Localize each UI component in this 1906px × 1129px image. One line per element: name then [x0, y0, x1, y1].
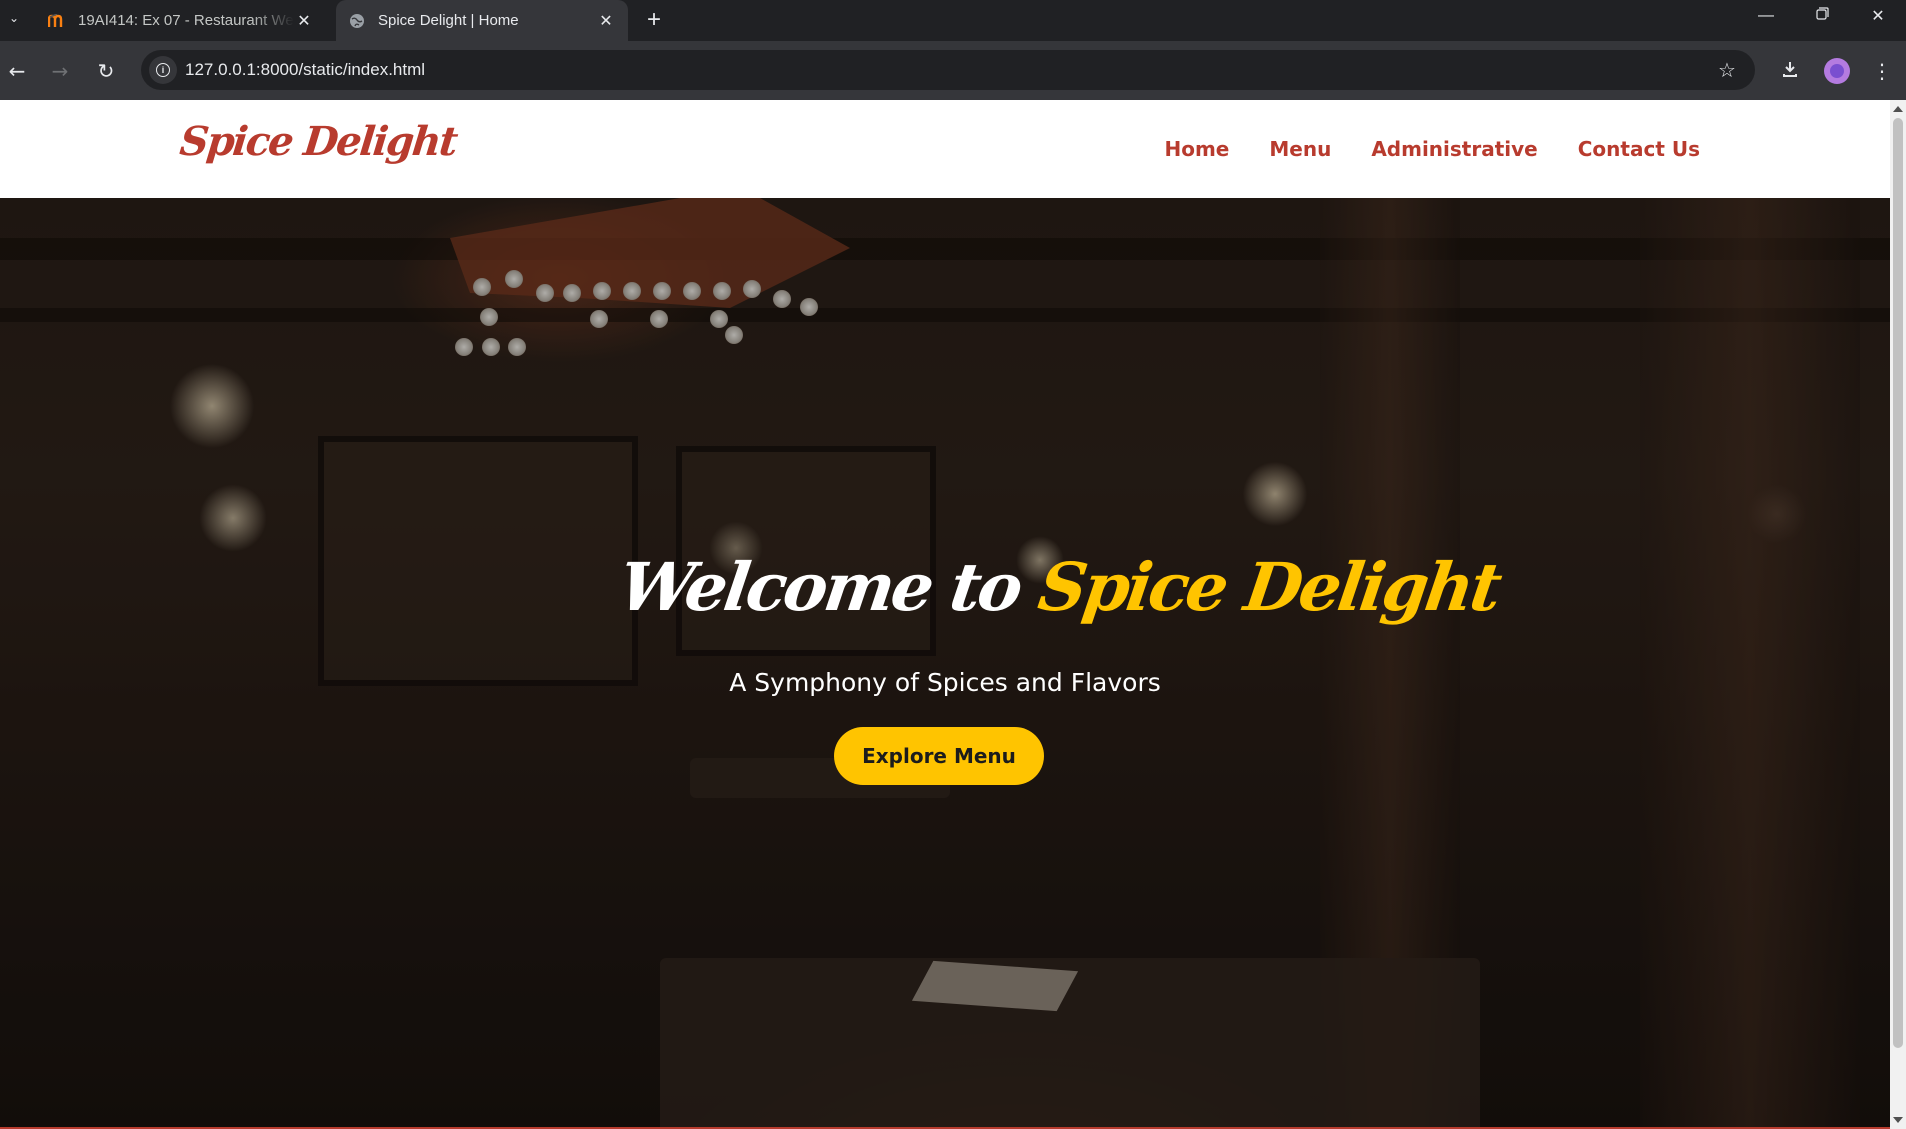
- arrow-left-icon: ←: [8, 59, 26, 83]
- minimize-button[interactable]: —: [1738, 0, 1794, 32]
- close-icon[interactable]: ✕: [596, 11, 616, 31]
- star-icon: ☆: [1718, 58, 1736, 82]
- nav-link-contact-us[interactable]: Contact Us: [1578, 137, 1700, 161]
- nav-link-home[interactable]: Home: [1164, 137, 1229, 161]
- tab-title: 19AI414: Ex 07 - Restaurant We: [78, 12, 294, 29]
- download-icon: [1780, 59, 1800, 84]
- new-tab-button[interactable]: +: [640, 6, 668, 34]
- hero-title: Welcome to Spice Delight: [614, 548, 1504, 626]
- browser-menu-button[interactable]: ⋮: [1866, 55, 1898, 87]
- browser-tab-restaurant-exercise[interactable]: 19AI414: Ex 07 - Restaurant We ✕: [36, 0, 326, 41]
- nav-link-administrative[interactable]: Administrative: [1371, 137, 1537, 161]
- hero-content: Welcome to Spice Delight A Symphony of S…: [0, 198, 1890, 1129]
- plus-icon: +: [646, 6, 661, 33]
- browser-tab-spice-delight[interactable]: Spice Delight | Home ✕: [336, 0, 628, 41]
- hero-title-brand: Spice Delight: [1033, 548, 1504, 626]
- address-bar[interactable]: i 127.0.0.1:8000/static/index.html ☆: [141, 50, 1755, 90]
- globe-icon: [348, 12, 366, 30]
- arrow-right-icon: →: [51, 59, 69, 83]
- tab-search-button[interactable]: ⌄: [2, 6, 26, 30]
- explore-menu-button[interactable]: Explore Menu: [834, 727, 1044, 785]
- profile-avatar[interactable]: [1824, 58, 1850, 84]
- downloads-button[interactable]: [1774, 55, 1806, 87]
- reload-icon: ↻: [97, 59, 115, 83]
- kebab-menu-icon: ⋮: [1872, 59, 1892, 83]
- minimize-icon: —: [1758, 7, 1774, 24]
- browser-tabstrip: ⌄ 19AI414: Ex 07 - Restaurant We ✕ Spice…: [0, 0, 1906, 41]
- site-header: Spice Delight Home Menu Administrative C…: [0, 100, 1890, 198]
- hero-subtitle: A Symphony of Spices and Flavors: [729, 668, 1161, 697]
- nav-link-menu[interactable]: Menu: [1269, 137, 1331, 161]
- url-text[interactable]: 127.0.0.1:8000/static/index.html: [185, 60, 425, 80]
- chevron-down-icon: ⌄: [8, 11, 20, 25]
- reload-button[interactable]: ↻: [90, 55, 122, 87]
- back-button[interactable]: ←: [1, 55, 33, 87]
- bookmark-button[interactable]: ☆: [1713, 56, 1741, 84]
- page-viewport: Spice Delight Home Menu Administrative C…: [0, 100, 1906, 1129]
- window-close-button[interactable]: ✕: [1850, 0, 1906, 32]
- main-nav: Home Menu Administrative Contact Us: [1164, 100, 1700, 198]
- info-icon: i: [156, 63, 170, 77]
- restore-icon: [1815, 7, 1829, 25]
- scroll-up-arrow-icon[interactable]: [1893, 106, 1903, 112]
- restore-button[interactable]: [1794, 0, 1850, 32]
- hero-title-prefix: Welcome to: [614, 548, 1025, 626]
- avatar: [1830, 64, 1844, 78]
- close-icon: ✕: [1871, 8, 1885, 25]
- page-scrollbar[interactable]: [1890, 100, 1906, 1129]
- scroll-down-arrow-icon[interactable]: [1893, 1117, 1903, 1123]
- close-icon[interactable]: ✕: [294, 11, 314, 31]
- tab-title: Spice Delight | Home: [378, 12, 519, 29]
- forward-button[interactable]: →: [44, 55, 76, 87]
- hero-section: Welcome to Spice Delight A Symphony of S…: [0, 198, 1890, 1129]
- scrollbar-thumb[interactable]: [1893, 118, 1903, 1048]
- site-logo[interactable]: Spice Delight: [178, 118, 459, 165]
- site-info-button[interactable]: i: [149, 56, 177, 84]
- moodle-m-icon: [48, 12, 66, 30]
- browser-toolbar: ← → ↻ i 127.0.0.1:8000/static/index.html…: [0, 41, 1906, 100]
